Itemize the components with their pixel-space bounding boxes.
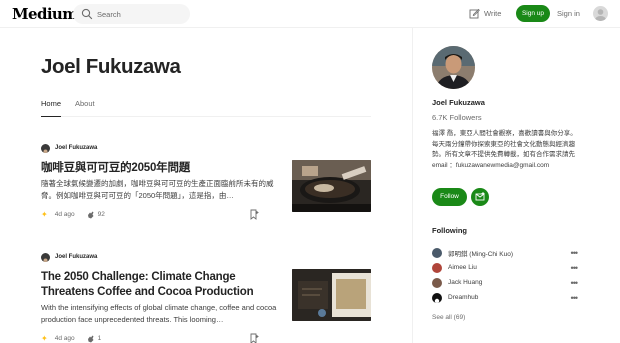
article-author-name: Joel Fukuzawa <box>55 145 98 151</box>
article-thumbnail[interactable] <box>292 160 371 212</box>
article-date: 4d ago <box>54 335 75 342</box>
following-heading: Following <box>432 226 467 235</box>
article-thumbnail[interactable] <box>292 269 371 321</box>
see-all-following-link[interactable]: See all (69) <box>432 314 465 321</box>
following-name: Jack Huang <box>448 279 483 286</box>
profile-avatar[interactable] <box>432 46 475 89</box>
following-item[interactable]: 郭明錤 (Ming-Chi Kuo) ••• <box>432 247 579 258</box>
tab-about[interactable]: About <box>75 99 95 117</box>
article-author-name: Joel Fukuzawa <box>55 254 98 260</box>
user-silhouette-icon <box>595 9 606 21</box>
clap-icon[interactable] <box>86 210 95 219</box>
following-name: Dreamhub <box>448 294 479 301</box>
more-options-icon[interactable]: ••• <box>571 248 579 258</box>
following-name: Aimee Liu <box>448 264 477 271</box>
search-box[interactable] <box>73 4 190 24</box>
write-button[interactable]: Write <box>469 8 501 19</box>
profile-photo <box>432 46 475 89</box>
author-avatar <box>41 252 50 262</box>
search-icon <box>81 8 93 20</box>
article-excerpt[interactable]: 隨著全球氣候變遷的加劇，咖啡豆與可可豆的生產正面臨前所未有的威脅。例如咖啡豆與可… <box>41 178 279 201</box>
column-divider <box>412 28 413 343</box>
following-name: 郭明錤 (Ming-Chi Kuo) <box>448 250 514 258</box>
bookmark-icon[interactable] <box>249 209 259 220</box>
article-card[interactable]: Joel Fukuzawa 咖啡豆與可可豆的2050年問題 隨著全球氣候變遷的加… <box>41 143 371 223</box>
article-author[interactable]: Joel Fukuzawa <box>41 143 371 153</box>
article-title[interactable]: 咖啡豆與可可豆的2050年問題 <box>41 161 281 176</box>
clap-count: 1 <box>97 335 102 342</box>
coffee-roasting-image <box>292 160 371 212</box>
member-star-icon: ✦ <box>41 210 48 219</box>
user-avatar[interactable] <box>593 6 608 21</box>
sign-up-button[interactable]: Sign up <box>516 5 550 22</box>
subscribe-button[interactable] <box>471 188 489 206</box>
mail-plus-icon <box>475 192 485 201</box>
medium-logo[interactable]: Medium <box>12 5 78 23</box>
more-options-icon[interactable]: ••• <box>571 278 579 288</box>
article-meta: ✦ 4d ago 1 <box>41 334 101 343</box>
following-avatar <box>432 292 442 303</box>
more-options-icon[interactable]: ••• <box>571 263 579 273</box>
member-star-icon: ✦ <box>41 334 48 343</box>
profile-bio: 福澤 喬，東亞人間社會觀察，喜歡讀書與你分享。每天兩分鐘帶你探索東亞的社會文化動… <box>432 130 577 169</box>
profile-name[interactable]: Joel Fukuzawa <box>432 98 485 107</box>
article-meta: ✦ 4d ago 92 <box>41 210 105 219</box>
article-excerpt[interactable]: With the intensifying effects of global … <box>41 302 279 325</box>
following-avatar <box>432 247 442 258</box>
more-options-icon[interactable]: ••• <box>571 293 579 303</box>
top-navigation-bar: Medium Write Sign up Sign in <box>0 0 620 28</box>
profile-tabs: Home About <box>41 99 371 117</box>
article-date: 4d ago <box>54 211 75 218</box>
clap-icon[interactable] <box>86 334 95 343</box>
following-avatar <box>432 277 442 288</box>
following-avatar <box>432 262 442 273</box>
following-item[interactable]: Jack Huang ••• <box>432 277 579 288</box>
following-item[interactable]: Aimee Liu ••• <box>432 262 579 273</box>
article-title[interactable]: The 2050 Challenge: Climate Change Threa… <box>41 270 281 300</box>
write-label: Write <box>484 9 502 18</box>
page-title: Joel Fukuzawa <box>41 55 181 78</box>
clap-count: 92 <box>97 211 105 218</box>
chocolate-box-image <box>292 269 371 321</box>
followers-count[interactable]: 6.7K Followers <box>432 113 482 122</box>
article-author[interactable]: Joel Fukuzawa <box>41 252 371 262</box>
article-card[interactable]: Joel Fukuzawa The 2050 Challenge: Climat… <box>41 252 371 343</box>
author-avatar <box>41 143 50 153</box>
follow-button[interactable]: Follow <box>432 188 467 206</box>
bookmark-icon[interactable] <box>249 333 259 343</box>
write-icon <box>469 8 480 19</box>
sign-in-link[interactable]: Sign in <box>557 9 580 18</box>
tab-home[interactable]: Home <box>41 99 62 117</box>
following-item[interactable]: Dreamhub ••• <box>432 292 579 303</box>
search-input[interactable] <box>97 6 185 22</box>
